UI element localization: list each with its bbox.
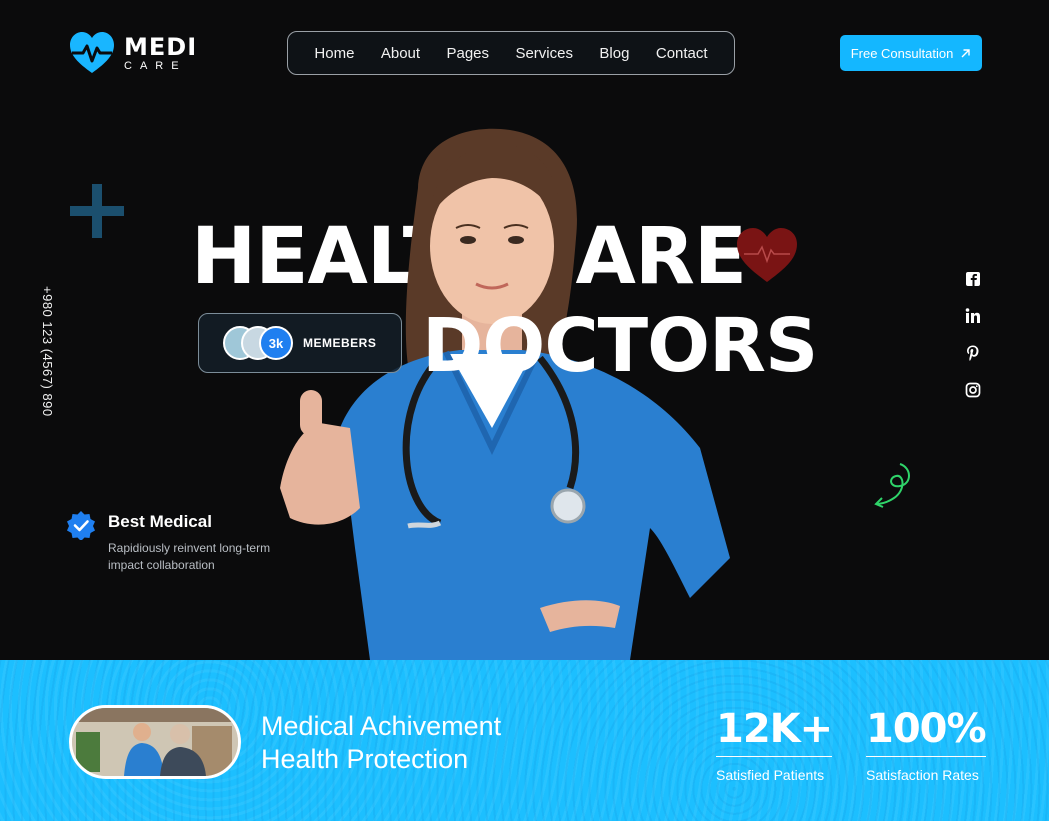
cta-label: Free Consultation bbox=[850, 45, 954, 61]
facebook-icon[interactable] bbox=[964, 270, 982, 288]
stat-label: Satisfied Patients bbox=[716, 767, 825, 783]
instagram-icon[interactable] bbox=[964, 381, 982, 399]
logo[interactable]: MEDI CARE bbox=[68, 31, 197, 75]
band-title-line2: Health Protection bbox=[261, 744, 469, 774]
free-consultation-button[interactable]: Free Consultation bbox=[840, 35, 982, 71]
feature-description: Rapidiously reinvent long-term impact co… bbox=[108, 541, 271, 572]
arrow-up-right-icon bbox=[961, 48, 971, 57]
brand-name: MEDI bbox=[124, 32, 198, 61]
stat-satisfied-patients: 12K+ Satisfied Patients bbox=[716, 706, 833, 783]
members-card[interactable]: 3k MEMEBERS bbox=[198, 313, 402, 373]
pinterest-icon[interactable] bbox=[964, 344, 982, 362]
consultation-photo bbox=[69, 705, 241, 779]
phone-number[interactable]: +980 123 (4567) 890 bbox=[40, 286, 55, 417]
brand-subname: CARE bbox=[124, 59, 187, 72]
stat-satisfaction-rates: 100% Satisfaction Rates bbox=[866, 706, 987, 783]
achievement-band: Medical Achivement Health Protection 12K… bbox=[0, 660, 1049, 821]
band-title-line1: Medical Achivement bbox=[261, 711, 502, 741]
members-count: 3k bbox=[259, 326, 293, 360]
curly-arrow-decoration-icon bbox=[874, 463, 910, 508]
hero-headline-line2: DOCTORS bbox=[422, 303, 818, 389]
feature-title: Best Medical bbox=[108, 512, 212, 531]
band-title: Medical Achivement Health Protection bbox=[261, 710, 501, 776]
nav-home[interactable]: Home bbox=[314, 45, 354, 62]
member-avatars: 3k bbox=[223, 326, 293, 360]
page: { "brand": { "name_line1": "MEDI", "name… bbox=[0, 0, 1049, 821]
nav-about[interactable]: About bbox=[381, 45, 420, 62]
plus-decoration-icon bbox=[70, 184, 124, 238]
stat-label: Satisfaction Rates bbox=[866, 767, 979, 783]
doctor-image bbox=[280, 128, 730, 660]
nav-blog[interactable]: Blog bbox=[599, 45, 629, 62]
linkedin-icon[interactable] bbox=[964, 307, 982, 325]
verified-badge-icon bbox=[67, 511, 95, 540]
members-label: MEMEBERS bbox=[303, 336, 377, 350]
stat-value: 100% bbox=[866, 706, 987, 757]
heart-pulse-logo-icon bbox=[70, 32, 114, 73]
main-nav: Home About Pages Services Blog Contact bbox=[287, 31, 735, 75]
stat-value: 12K+ bbox=[716, 706, 833, 757]
nav-services[interactable]: Services bbox=[515, 45, 573, 62]
best-medical-feature: Best Medical Rapidiously reinvent long-t… bbox=[66, 510, 278, 574]
nav-pages[interactable]: Pages bbox=[446, 45, 489, 62]
nav-contact[interactable]: Contact bbox=[656, 45, 708, 62]
